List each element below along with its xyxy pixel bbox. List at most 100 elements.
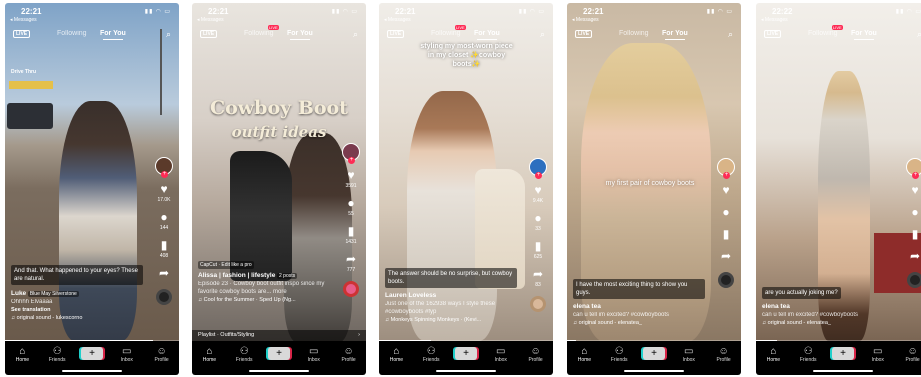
share-icon[interactable]: ➦: [533, 268, 543, 281]
heart-icon[interactable]: ♥: [911, 184, 918, 197]
creator-posts[interactable]: 2 posts: [277, 273, 298, 279]
music-disc-icon[interactable]: [343, 281, 359, 297]
see-translation-link[interactable]: See translation: [11, 306, 143, 314]
tab-friends[interactable]: ⚇ Friends: [418, 346, 444, 363]
creator-name[interactable]: Lauren Loveless: [385, 292, 517, 300]
tab-following[interactable]: Following: [619, 30, 649, 37]
follow-plus-icon[interactable]: +: [348, 157, 355, 164]
tab-for-you[interactable]: For You: [662, 30, 688, 40]
tab-inbox[interactable]: ▭ Inbox: [865, 346, 891, 363]
search-icon[interactable]: ⌕: [166, 29, 171, 40]
share-icon[interactable]: ➦: [910, 250, 920, 263]
tab-create[interactable]: +: [641, 346, 667, 360]
tab-create[interactable]: +: [79, 346, 105, 360]
music-disc-icon[interactable]: [156, 289, 172, 305]
live-icon[interactable]: LIVE: [575, 30, 593, 38]
creator-name[interactable]: Alissa | fashion | lifestyle: [198, 272, 275, 279]
comment-icon[interactable]: ●: [722, 206, 729, 219]
music-label[interactable]: ♫ original sound - lukescorno: [11, 314, 143, 322]
tab-create[interactable]: +: [453, 346, 479, 360]
tab-home[interactable]: ⌂ Home: [383, 346, 409, 363]
tab-for-you[interactable]: For You: [474, 30, 500, 40]
tab-profile[interactable]: ☺ Profile: [711, 346, 737, 363]
tab-following[interactable]: Following: [57, 30, 87, 37]
video-description[interactable]: can u tell im excited? #cowboyboots: [573, 311, 705, 319]
tab-inbox[interactable]: ▭ Inbox: [676, 346, 702, 363]
tab-profile[interactable]: ☺ Profile: [336, 346, 362, 363]
bookmark-icon[interactable]: ▮: [161, 239, 168, 252]
comment-icon[interactable]: ●: [534, 212, 541, 225]
tab-friends[interactable]: ⚇ Friends: [231, 346, 257, 363]
back-to-messages[interactable]: ◂ Messages: [197, 17, 224, 23]
tab-for-you[interactable]: For You: [287, 30, 313, 40]
heart-icon[interactable]: ♥: [722, 184, 729, 197]
tab-create[interactable]: +: [830, 346, 856, 360]
creator-avatar[interactable]: +: [529, 158, 547, 179]
video-description[interactable]: Episode 23 · Cowboy boot outfit inspo si…: [198, 280, 330, 296]
tab-inbox[interactable]: ▭ Inbox: [301, 346, 327, 363]
tab-following[interactable]: Following: [808, 30, 838, 37]
bookmark-icon[interactable]: ▮: [348, 225, 355, 238]
creator-name[interactable]: elena tea: [762, 303, 894, 311]
tab-following[interactable]: Following: [244, 30, 274, 37]
search-icon[interactable]: ⌕: [728, 29, 733, 40]
creator-avatar[interactable]: +: [342, 143, 360, 164]
search-icon[interactable]: ⌕: [917, 29, 921, 40]
tab-profile[interactable]: ☺ Profile: [523, 346, 549, 363]
tab-for-you[interactable]: For You: [851, 30, 877, 40]
creator-avatar[interactable]: +: [717, 158, 735, 179]
tab-profile[interactable]: ☺ Profile: [900, 346, 921, 363]
video-description[interactable]: can u tell im excited? #cowboyboots: [762, 311, 894, 319]
tab-friends[interactable]: ⚇ Friends: [795, 346, 821, 363]
bookmark-icon[interactable]: ▮: [535, 240, 542, 253]
creator-avatar[interactable]: +: [155, 157, 173, 178]
back-to-messages[interactable]: ◂ Messages: [384, 17, 411, 23]
music-disc-icon[interactable]: [718, 272, 734, 288]
back-to-messages[interactable]: ◂ Messages: [572, 17, 599, 23]
live-icon[interactable]: LIVE: [387, 30, 405, 38]
tab-home[interactable]: ⌂ Home: [196, 346, 222, 363]
share-icon[interactable]: ➦: [346, 253, 356, 266]
tab-friends[interactable]: ⚇ Friends: [606, 346, 632, 363]
music-disc-icon[interactable]: [907, 272, 921, 288]
heart-icon[interactable]: ♥: [347, 169, 354, 182]
bookmark-icon[interactable]: ▮: [723, 228, 730, 241]
comment-icon[interactable]: ●: [160, 211, 167, 224]
share-icon[interactable]: ➦: [721, 250, 731, 263]
tab-home[interactable]: ⌂ Home: [571, 346, 597, 363]
tab-create[interactable]: +: [266, 346, 292, 360]
tab-inbox[interactable]: ▭ Inbox: [488, 346, 514, 363]
search-icon[interactable]: ⌕: [353, 29, 358, 40]
live-icon[interactable]: LIVE: [13, 30, 31, 38]
back-to-messages[interactable]: ◂ Messages: [761, 17, 788, 23]
search-icon[interactable]: ⌕: [540, 29, 545, 40]
follow-plus-icon[interactable]: +: [535, 172, 542, 179]
tab-following[interactable]: Following: [431, 30, 461, 37]
music-label[interactable]: ♫ original sound - elenatea_: [762, 319, 894, 327]
creator-name[interactable]: Luke: [11, 290, 26, 297]
tab-home[interactable]: ⌂ Home: [760, 346, 786, 363]
back-to-messages[interactable]: ◂ Messages: [10, 17, 37, 23]
creator-name[interactable]: elena tea: [573, 303, 705, 311]
follow-plus-icon[interactable]: +: [912, 172, 919, 179]
music-disc-icon[interactable]: [530, 296, 546, 312]
playlist-bar[interactable]: Playlist · Outfits/Styling ›: [192, 330, 366, 341]
bookmark-icon[interactable]: ▮: [912, 228, 919, 241]
music-label[interactable]: ♫ Cool for the Summer · Sped Up (Ng...: [198, 296, 330, 304]
tab-for-you[interactable]: For You: [100, 30, 126, 40]
follow-plus-icon[interactable]: +: [161, 171, 168, 178]
share-icon[interactable]: ➦: [159, 267, 169, 280]
capcut-label[interactable]: CapCut · Edit like a pro: [198, 261, 254, 269]
music-label[interactable]: ♫ Monkeys Spinning Monkeys · (Kevi...: [385, 316, 517, 324]
tab-profile[interactable]: ☺ Profile: [149, 346, 175, 363]
video-hashtags[interactable]: #cowboyboots #fyp: [385, 308, 517, 316]
live-icon[interactable]: LIVE: [764, 30, 782, 38]
tab-inbox[interactable]: ▭ Inbox: [114, 346, 140, 363]
live-icon[interactable]: LIVE: [200, 30, 218, 38]
follow-plus-icon[interactable]: +: [723, 172, 730, 179]
music-label[interactable]: ♫ original sound - elenatea_: [573, 319, 705, 327]
tab-home[interactable]: ⌂ Home: [9, 346, 35, 363]
comment-icon[interactable]: ●: [911, 206, 918, 219]
heart-icon[interactable]: ♥: [160, 183, 167, 196]
tab-friends[interactable]: ⚇ Friends: [44, 346, 70, 363]
